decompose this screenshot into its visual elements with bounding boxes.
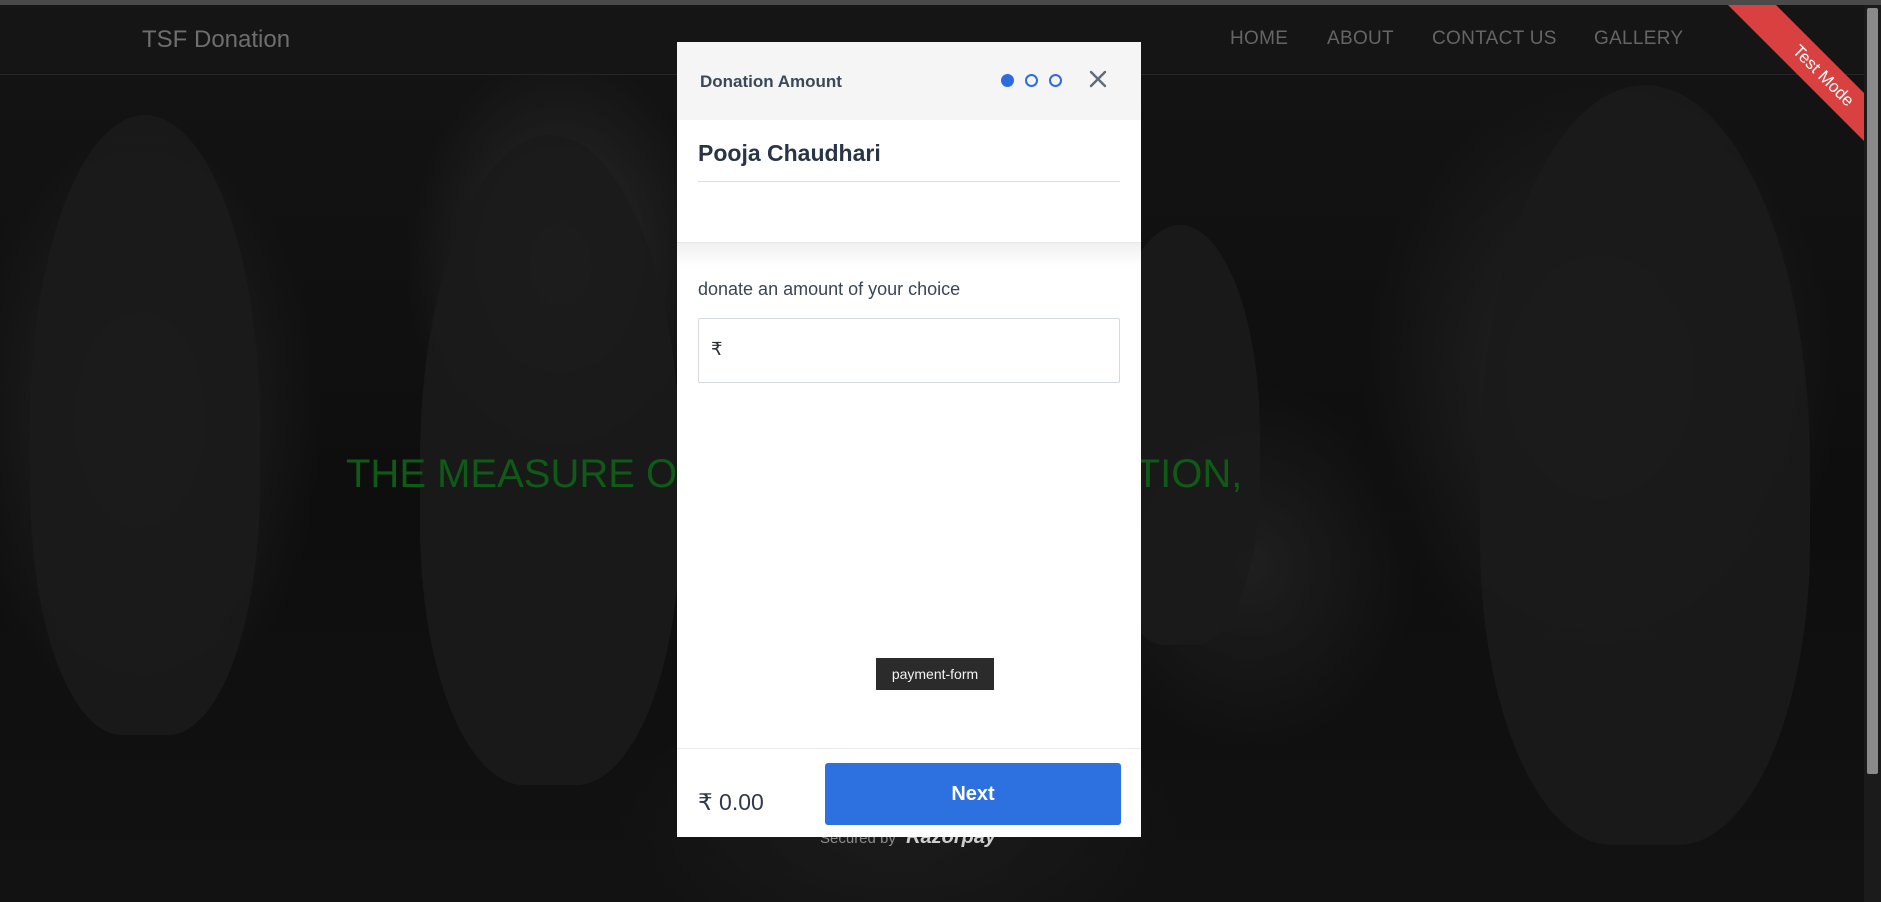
close-icon[interactable] xyxy=(1086,69,1110,93)
amount-field-container[interactable]: ₹ xyxy=(698,318,1120,383)
scrollbar-thumb[interactable] xyxy=(1867,8,1878,774)
nav-gallery[interactable]: GALLERY xyxy=(1594,28,1683,50)
hero-figure xyxy=(30,115,260,735)
hero-figure xyxy=(1480,85,1810,845)
amount-label: donate an amount of your choice xyxy=(698,279,961,299)
payee-name: Pooja Chaudhari xyxy=(698,140,881,166)
modal-footer: ₹ 0.00 Next xyxy=(677,748,1141,837)
currency-symbol: ₹ xyxy=(711,339,723,359)
total-amount: ₹ 0.00 xyxy=(698,789,764,815)
section-divider xyxy=(677,242,1141,267)
test-mode-label: Test Mode xyxy=(1722,5,1864,177)
next-button[interactable]: Next xyxy=(825,763,1121,825)
amount-input[interactable] xyxy=(733,333,1107,369)
divider xyxy=(698,181,1120,182)
step-indicator-2 xyxy=(1025,74,1038,87)
brand-logo-text[interactable]: TSF Donation xyxy=(142,26,290,54)
step-indicator-1 xyxy=(1001,74,1014,87)
nav-about[interactable]: ABOUT xyxy=(1327,28,1394,50)
payment-modal: Donation Amount Pooja Chaudhari donate a… xyxy=(677,42,1141,837)
close-icon-svg xyxy=(1089,70,1107,88)
modal-title: Donation Amount xyxy=(700,72,842,91)
nav-contact-us[interactable]: CONTACT US xyxy=(1432,28,1557,50)
nav-home[interactable]: HOME xyxy=(1230,28,1288,50)
test-mode-ribbon: Test Mode xyxy=(1690,5,1864,185)
payment-form-tooltip: payment-form xyxy=(876,658,994,690)
step-indicator-3 xyxy=(1049,74,1062,87)
modal-header: Donation Amount xyxy=(677,42,1141,120)
